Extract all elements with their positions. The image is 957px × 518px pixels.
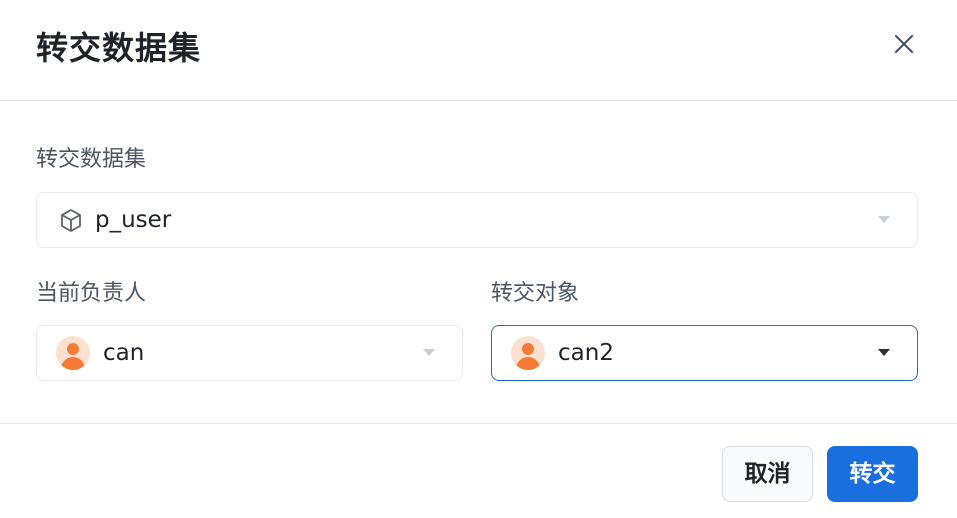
user-avatar-icon [56,336,90,370]
dialog-title: 转交数据集 [36,29,202,67]
current-owner-select[interactable]: can [36,325,463,381]
transfer-target-select[interactable]: can2 [491,325,918,381]
chevron-down-icon [878,216,890,223]
transfer-target-label: 转交对象 [491,281,580,306]
dataset-field-label: 转交数据集 [36,147,147,172]
transfer-button[interactable]: 转交 [827,446,918,502]
close-icon [894,34,914,54]
dialog-header: 转交数据集 [0,0,957,101]
current-owner-label: 当前负责人 [36,281,147,306]
cube-icon [61,209,81,232]
chevron-down-icon [878,349,890,356]
user-avatar-icon [511,336,545,370]
transfer-dataset-dialog: 转交数据集 转交数据集 p_user 当前负责人 can 转交对象 can2 取… [0,0,957,518]
dialog-footer: 取消 转交 [0,423,957,518]
dataset-select-value: p_user [95,207,172,233]
close-button[interactable] [888,28,920,60]
current-owner-value: can [103,340,145,366]
cancel-button[interactable]: 取消 [722,446,813,502]
dataset-select[interactable]: p_user [36,192,918,248]
transfer-target-value: can2 [558,340,614,366]
chevron-down-icon [423,349,435,356]
